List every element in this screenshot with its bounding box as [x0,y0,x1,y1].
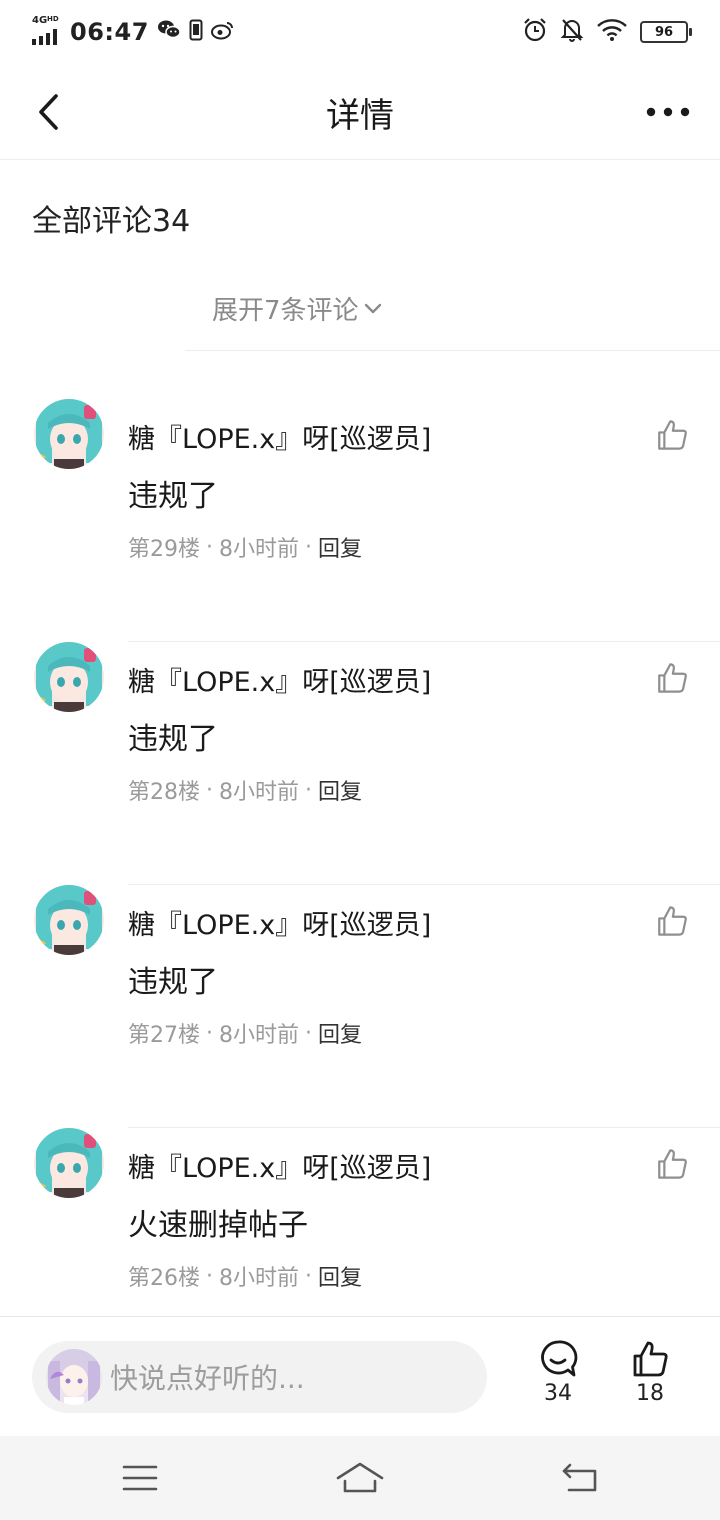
home-button[interactable] [330,1452,390,1504]
reply-button[interactable]: 回复 [318,1260,362,1292]
more-options-button[interactable] [636,84,700,140]
mute-notification-icon [560,17,584,47]
reply-button[interactable]: 回复 [318,1017,362,1049]
wifi-icon [596,18,628,46]
menu-button[interactable] [110,1452,170,1504]
comment-item[interactable]: 糖『LOPE.x』呀[巡逻员] 违规了 第29楼 · 8小时前 · 回复 [0,399,720,642]
reply-button[interactable]: 回复 [318,531,362,563]
status-time: 06:47 [70,18,149,46]
thumbs-up-icon [658,420,687,450]
like-post-button[interactable]: 18 [615,1339,685,1419]
chevron-down-icon [364,303,381,313]
comments-button[interactable]: 34 [523,1339,593,1419]
comment-floor: 第26楼 [128,1266,200,1291]
expand-comments-row: 展开7条评论 [185,280,720,351]
expand-comments-label: 展开7条评论 [212,296,359,326]
commenter-avatar[interactable] [34,885,104,955]
commenter-avatar[interactable] [34,642,104,712]
home-icon [336,1462,384,1493]
page-title: 详情 [326,96,394,136]
meta-separator: · [305,777,312,803]
comment-input-bar: 快说点好听的... 34 18 [0,1316,720,1437]
comment-text: 违规了 [128,479,218,514]
comment-floor: 第29楼 [128,537,200,562]
commenter-avatar[interactable] [34,399,104,469]
user-avatar [46,1349,102,1405]
comment-time: 8小时前 [219,1266,299,1291]
comment-time: 8小时前 [219,537,299,562]
commenter-name[interactable]: 糖『LOPE.x』呀[巡逻员] [128,660,431,699]
alarm-icon [522,17,548,47]
comment-meta: 第29楼 · 8小时前 · 回复 [128,531,362,563]
commenter-name[interactable]: 糖『LOPE.x』呀[巡逻员] [128,417,431,456]
thumbs-up-icon [658,1149,687,1179]
meta-separator: · [305,1020,312,1046]
weibo-icon [210,20,235,44]
battery-indicator: 96 [640,21,692,43]
commenter-name[interactable]: 糖『LOPE.x』呀[巡逻员] [128,903,431,942]
comment-meta: 第28楼 · 8小时前 · 回复 [128,774,362,806]
menu-lines-icon [122,1465,158,1491]
comment-count: 34 [544,1381,572,1406]
like-count: 18 [636,1381,664,1406]
system-back-button[interactable] [550,1452,610,1504]
all-comments-title: 全部评论34 [32,204,191,239]
comment-floor: 第27楼 [128,1023,200,1048]
comment-floor: 第28楼 [128,780,200,805]
comment-like-button[interactable] [650,413,694,457]
comment-text: 火速删掉帖子 [128,1208,308,1243]
comment-like-button[interactable] [650,656,694,700]
comment-meta: 第27楼 · 8小时前 · 回复 [128,1017,362,1049]
commenter-name[interactable]: 糖『LOPE.x』呀[巡逻员] [128,1146,431,1185]
comment-item[interactable]: 糖『LOPE.x』呀[巡逻员] 违规了 第28楼 · 8小时前 · 回复 [0,642,720,885]
expand-comments-button[interactable]: 展开7条评论 [212,290,383,327]
more-dots-icon [646,107,690,117]
comment-bubble-icon [541,1340,578,1377]
meta-separator: · [206,777,213,803]
meta-separator: · [206,1263,213,1289]
meta-separator: · [206,1020,213,1046]
comment-like-button[interactable] [650,1142,694,1186]
phone-icon [189,19,203,45]
signal-icon: 4G HD [32,15,62,45]
return-arrow-icon [562,1463,597,1492]
comment-item[interactable]: 糖『LOPE.x』呀[巡逻员] 火速删掉帖子 第26楼 · 8小时前 · 回复 [0,1128,720,1308]
comment-time: 8小时前 [219,780,299,805]
commenter-avatar[interactable] [34,1128,104,1198]
comment-input[interactable]: 快说点好听的... [32,1341,487,1413]
comment-text: 违规了 [128,722,218,757]
meta-separator: · [206,534,213,560]
system-navigation-bar [0,1436,720,1520]
wechat-icon [157,19,181,45]
comment-input-placeholder: 快说点好听的... [110,1362,305,1395]
comment-like-button[interactable] [650,899,694,943]
meta-separator: · [305,1263,312,1289]
meta-separator: · [305,534,312,560]
status-bar: 4G HD 06:47 96 [0,0,720,64]
thumbs-up-icon [658,663,687,693]
top-nav-bar: 详情 [0,64,720,160]
comment-time: 8小时前 [219,1023,299,1048]
comment-meta: 第26楼 · 8小时前 · 回复 [128,1260,362,1292]
thumbs-up-icon [633,1341,668,1377]
comment-item[interactable]: 糖『LOPE.x』呀[巡逻员] 违规了 第27楼 · 8小时前 · 回复 [0,885,720,1128]
reply-button[interactable]: 回复 [318,774,362,806]
thumbs-up-icon [658,906,687,936]
comment-text: 违规了 [128,965,218,1000]
